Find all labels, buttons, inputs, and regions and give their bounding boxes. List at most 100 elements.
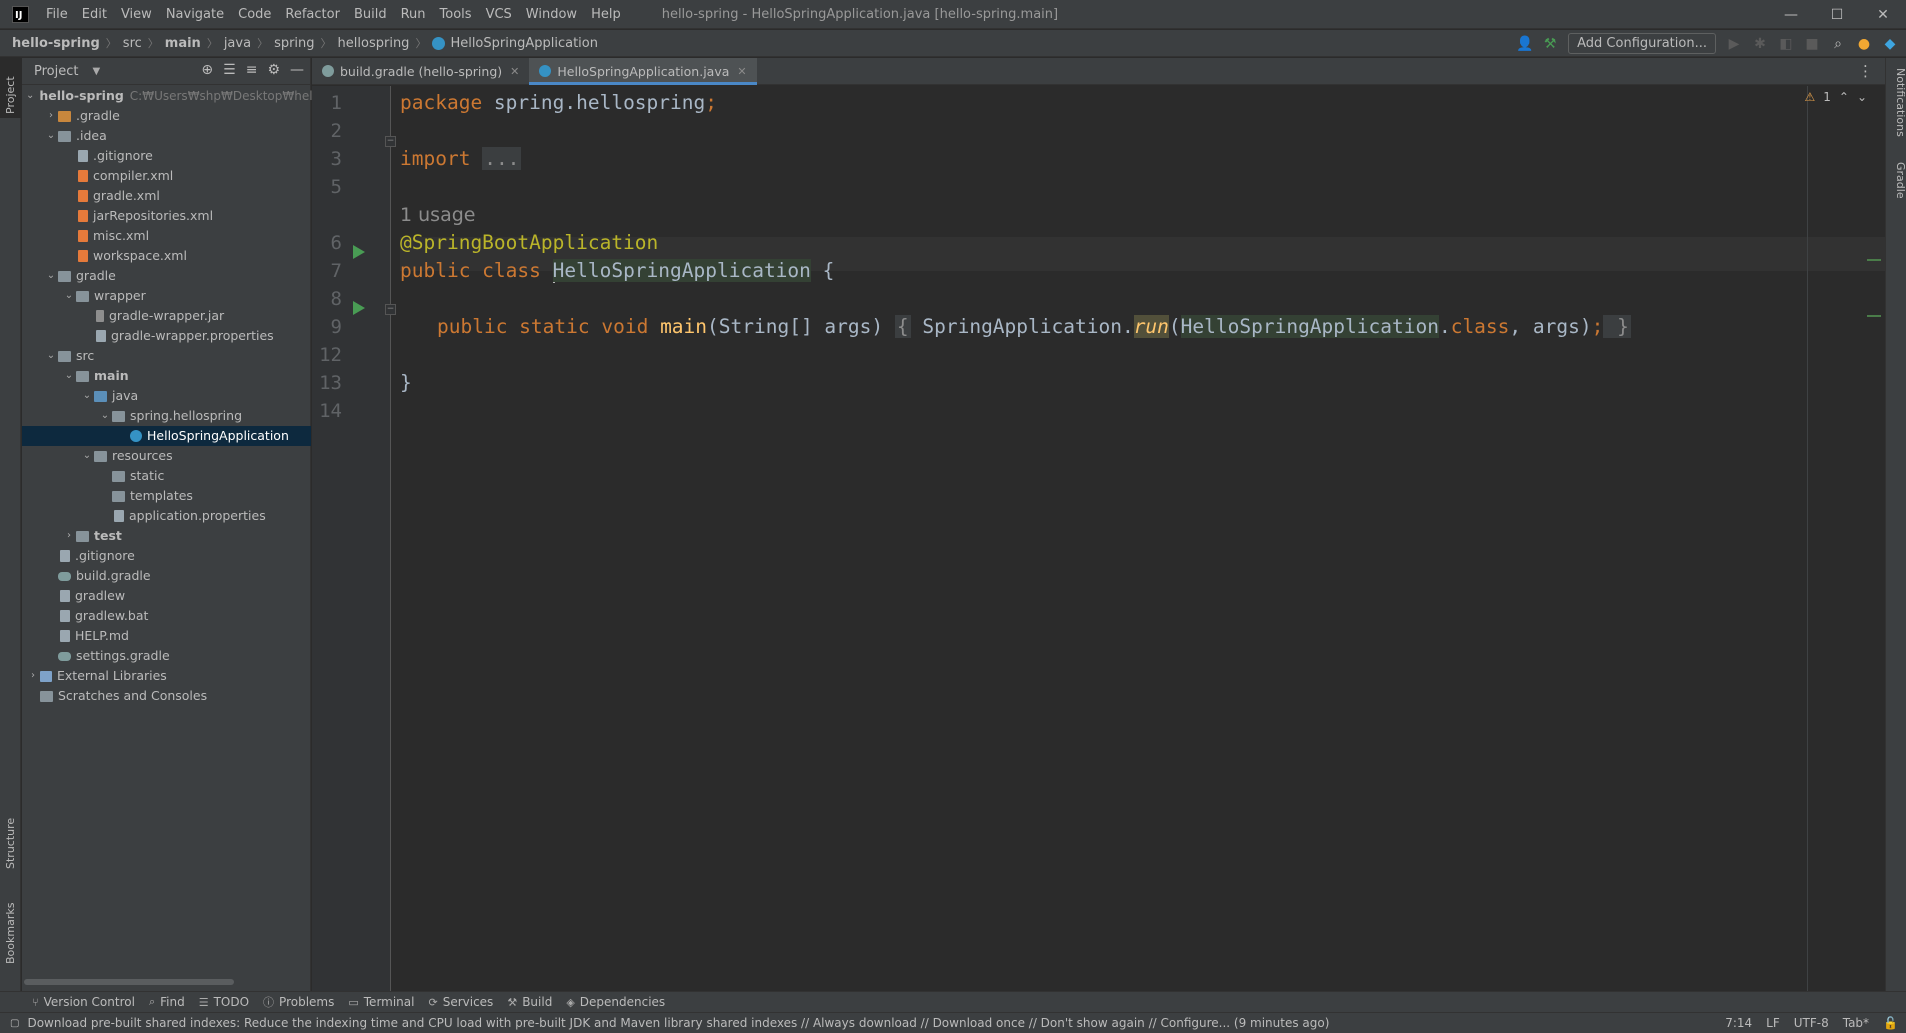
jetbrains-toolbox-icon[interactable]: ◆ [1882,36,1898,52]
menu-item-file[interactable]: File [39,7,75,22]
chevron-down-icon[interactable]: ⌄ [44,266,58,286]
update-icon[interactable]: ● [1856,36,1872,52]
chevron-right-icon[interactable]: › [62,526,76,546]
breadcrumb-item[interactable]: java [224,36,251,51]
chevron-right-icon[interactable]: › [26,666,40,686]
chevron-down-icon[interactable]: ⌄ [62,286,76,306]
tree-item[interactable]: static [22,466,311,486]
previous-highlight-icon[interactable]: ⌃ [1839,90,1849,104]
chevron-down-icon[interactable]: ⌄ [80,386,94,406]
editor-tab[interactable]: HelloSpringApplication.java ✕ [529,58,757,85]
close-tab-icon[interactable]: ✕ [510,65,519,78]
maximize-button[interactable]: ☐ [1814,0,1860,29]
tool-window-version-control[interactable]: ⑂ Version Control [32,995,135,1009]
menu-item-build[interactable]: Build [347,7,394,22]
search-icon[interactable]: ⌕ [1830,36,1846,52]
caret-position[interactable]: 7:14 [1725,1016,1752,1030]
build-hammer-icon[interactable]: ⚒ [1542,36,1558,52]
tool-window-todo[interactable]: ☰ TODO [199,995,249,1009]
menu-item-edit[interactable]: Edit [75,7,114,22]
tree-item[interactable]: workspace.xml [22,246,311,266]
coverage-icon[interactable]: ◧ [1778,36,1794,52]
menu-item-vcs[interactable]: VCS [479,7,519,22]
tree-item[interactable]: templates [22,486,311,506]
breadcrumb-item[interactable]: HelloSpringApplication [450,36,598,51]
tree-item[interactable]: Scratches and Consoles [22,686,311,706]
code-area[interactable]: package spring.hellospring; import ... 1… [400,86,1885,991]
tool-window-problems[interactable]: ⓘ Problems [263,994,334,1010]
menu-item-help[interactable]: Help [584,7,628,22]
file-encoding[interactable]: UTF-8 [1794,1016,1829,1030]
project-view-selector[interactable]: Project [34,64,78,79]
next-highlight-icon[interactable]: ⌄ [1857,90,1867,104]
tree-item[interactable]: jarRepositories.xml [22,206,311,226]
locate-icon[interactable]: ⊕ [201,62,213,78]
line-separator[interactable]: LF [1766,1016,1780,1030]
breadcrumb-item[interactable]: hellospring [338,36,410,51]
bookmarks-tool-button[interactable]: Bookmarks [0,888,21,968]
tree-item[interactable]: compiler.xml [22,166,311,186]
gradle-tool-button[interactable]: Gradle [1886,158,1906,203]
tree-item[interactable]: › test [22,526,311,546]
chevron-down-icon[interactable]: ⌄ [44,126,58,146]
close-tab-icon[interactable]: ✕ [737,65,746,78]
tree-item[interactable]: application.properties [22,506,311,526]
tool-window-terminal[interactable]: ▭ Terminal [348,995,414,1009]
run-icon[interactable]: ▶ [1726,36,1742,52]
folded-imports[interactable]: ... [482,147,522,170]
menu-item-navigate[interactable]: Navigate [159,7,231,22]
more-icon[interactable]: ⋮ [1858,62,1873,80]
add-configuration-button[interactable]: Add Configuration... [1568,33,1716,54]
tree-item[interactable]: HelloSpringApplication [22,426,311,446]
tree-item[interactable]: ⌄ main [22,366,311,386]
tree-item[interactable]: ⌄ wrapper [22,286,311,306]
expand-all-icon[interactable]: ☰ [223,62,236,78]
run-main-icon[interactable] [353,301,365,315]
breadcrumb-item[interactable]: main [165,36,201,51]
tree-item[interactable]: HELP.md [22,626,311,646]
tree-item[interactable]: gradlew [22,586,311,606]
menu-item-tools[interactable]: Tools [433,7,479,22]
close-window-button[interactable]: ✕ [1860,0,1906,29]
user-icon[interactable]: 👤 [1516,36,1533,52]
tool-window-services[interactable]: ⟳ Services [428,995,493,1009]
tree-item[interactable]: › .gradle [22,106,311,126]
fold-imports-icon[interactable]: − [385,136,396,147]
inspection-widget[interactable]: ⚠ 1 ⌃ ⌄ [1804,90,1867,104]
tree-item[interactable]: .gitignore [22,146,311,166]
tool-window-build[interactable]: ⚒ Build [507,995,552,1009]
code-editor[interactable]: − − 1 2 3 5 6 7 8 9 12 13 14 package spring.hellos… [312,86,1885,991]
tree-item[interactable]: gradle-wrapper.properties [22,326,311,346]
tree-item[interactable]: ⌄ hello-spring C:₩Users₩shp₩Desktop₩hello- [22,86,328,106]
project-tool-button[interactable]: Project [0,58,21,118]
chevron-down-icon[interactable]: ⌄ [62,366,76,386]
tree-item[interactable]: ⌄ .idea [22,126,311,146]
breadcrumb-item[interactable]: src [123,36,142,51]
tree-item[interactable]: misc.xml [22,226,311,246]
tree-item[interactable]: gradlew.bat [22,606,311,626]
fold-method-icon[interactable]: − [385,304,396,315]
breadcrumb-item[interactable]: hello-spring [12,36,100,51]
tree-item[interactable]: settings.gradle [22,646,311,666]
tree-item[interactable]: build.gradle [22,566,311,586]
notifications-tool-button[interactable]: Notifications [1886,64,1906,141]
status-message[interactable]: ▢ Download pre-built shared indexes: Red… [10,1016,1329,1030]
tree-item[interactable]: gradle-wrapper.jar [22,306,311,326]
run-class-icon[interactable] [353,245,365,259]
chevron-down-icon[interactable]: ▼ [92,66,100,77]
tree-item[interactable]: ⌄ java [22,386,311,406]
chevron-down-icon[interactable]: ⌄ [26,86,34,106]
tool-window-find[interactable]: ⌕ Find [149,995,185,1009]
tool-window-dependencies[interactable]: ◈ Dependencies [566,995,665,1009]
tree-item[interactable]: ⌄ resources [22,446,311,466]
tree-item[interactable]: › External Libraries [22,666,311,686]
chevron-down-icon[interactable]: ⌄ [98,406,112,426]
debug-icon[interactable]: ✱ [1752,36,1768,52]
chevron-down-icon[interactable]: ⌄ [44,346,58,366]
menu-item-window[interactable]: Window [519,7,584,22]
menu-item-refactor[interactable]: Refactor [278,7,347,22]
menu-item-code[interactable]: Code [231,7,278,22]
tree-item[interactable]: ⌄ src [22,346,311,366]
breadcrumb-item[interactable]: spring [274,36,314,51]
hide-icon[interactable]: — [290,62,304,78]
